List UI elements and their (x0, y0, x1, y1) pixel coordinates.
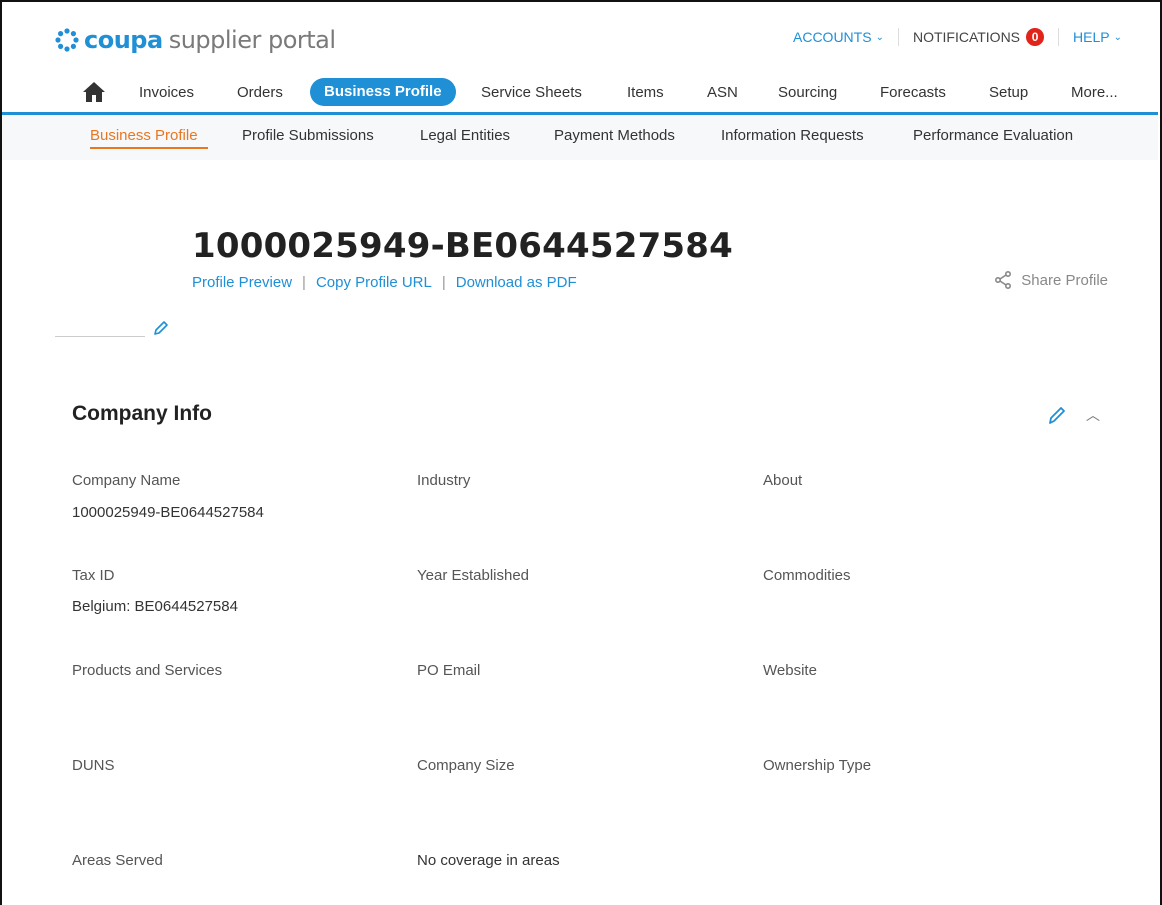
accounts-label: ACCOUNTS (793, 29, 872, 45)
subnav-information-requests[interactable]: Information Requests (721, 127, 864, 144)
main-nav: Invoices Orders Business Profile Service… (2, 72, 1158, 112)
field-value-company-name: 1000025949-BE0644527584 (72, 504, 264, 521)
link-separator: | (441, 274, 446, 291)
nav-item-forecasts[interactable]: Forecasts (880, 81, 946, 105)
share-profile-label: Share Profile (1021, 271, 1108, 289)
field-label-duns: DUNS (72, 757, 115, 774)
field-label-po-email: PO Email (417, 662, 481, 679)
notifications-link[interactable]: NOTIFICATIONS 0 (912, 28, 1045, 46)
sub-nav: Business Profile Profile Submissions Leg… (2, 115, 1158, 160)
nav-item-service-sheets[interactable]: Service Sheets (481, 81, 582, 105)
accounts-dropdown[interactable]: ACCOUNTS ⌄ (793, 29, 884, 45)
chevron-up-icon[interactable]: ︿ (1086, 405, 1100, 425)
chevron-down-icon: ⌄ (1113, 32, 1122, 43)
help-dropdown[interactable]: HELP ⌄ (1073, 29, 1122, 45)
nav-item-setup[interactable]: Setup (989, 81, 1028, 105)
field-label-year-established: Year Established (417, 567, 530, 584)
company-info-title: Company Info (72, 402, 212, 425)
chevron-down-icon: ⌄ (875, 32, 884, 43)
share-profile-button[interactable]: Share Profile (993, 270, 1108, 290)
nav-item-business-profile[interactable]: Business Profile (310, 78, 456, 106)
profile-preview-link[interactable]: Profile Preview (192, 274, 292, 291)
field-label-products-services: Products and Services (72, 662, 223, 679)
page-title: 1000025949-BE0644527584 (192, 226, 733, 266)
nav-item-more[interactable]: More... (1071, 81, 1118, 105)
subnav-payment-methods[interactable]: Payment Methods (554, 127, 675, 144)
divider (1058, 28, 1060, 46)
nav-item-asn[interactable]: ASN (707, 81, 738, 105)
download-pdf-link[interactable]: Download as PDF (456, 274, 577, 291)
subnav-performance-evaluation[interactable]: Performance Evaluation (913, 127, 1073, 144)
edit-pencil-icon[interactable] (152, 319, 170, 337)
coupa-logo[interactable]: coupa supplier portal (54, 26, 336, 54)
coupa-logo-icon (55, 28, 79, 52)
field-label-areas-served: Areas Served (72, 852, 163, 869)
notifications-badge: 0 (1026, 28, 1045, 46)
field-label-ownership-type: Ownership Type (763, 757, 872, 774)
profile-actions: Profile Preview | Copy Profile URL | Dow… (192, 274, 577, 291)
nav-item-sourcing[interactable]: Sourcing (778, 81, 837, 105)
field-label-industry: Industry (417, 472, 471, 489)
field-value-areas-served: No coverage in areas (417, 852, 560, 869)
logo-product-text: supplier portal (168, 26, 336, 54)
utility-menu: ACCOUNTS ⌄ NOTIFICATIONS 0 HELP ⌄ (793, 28, 1122, 46)
home-icon[interactable] (82, 81, 106, 103)
nav-item-items[interactable]: Items (627, 81, 664, 105)
share-icon (995, 270, 1012, 290)
profile-name-field[interactable] (55, 336, 145, 337)
field-label-about: About (763, 472, 803, 489)
copy-profile-url-link[interactable]: Copy Profile URL (316, 274, 432, 291)
field-label-tax-id: Tax ID (72, 567, 115, 584)
divider (897, 28, 899, 46)
field-label-website: Website (763, 662, 817, 679)
edit-pencil-icon[interactable] (1046, 404, 1068, 426)
active-tab-underline (90, 147, 208, 149)
help-label: HELP (1073, 29, 1110, 45)
subnav-business-profile[interactable]: Business Profile (90, 127, 198, 144)
field-label-company-name: Company Name (72, 472, 181, 489)
subnav-legal-entities[interactable]: Legal Entities (420, 127, 510, 144)
link-separator: | (302, 274, 306, 291)
logo-brand-text: coupa (84, 26, 163, 54)
field-label-commodities: Commodities (763, 567, 851, 584)
field-label-company-size: Company Size (417, 757, 515, 774)
top-header: coupa supplier portal ACCOUNTS ⌄ NOTIFIC… (2, 2, 1158, 68)
field-value-tax-id: Belgium: BE0644527584 (72, 598, 238, 615)
subnav-profile-submissions[interactable]: Profile Submissions (242, 127, 374, 144)
nav-item-orders[interactable]: Orders (237, 81, 283, 105)
nav-item-invoices[interactable]: Invoices (139, 81, 194, 105)
notifications-label: NOTIFICATIONS (912, 29, 1021, 45)
